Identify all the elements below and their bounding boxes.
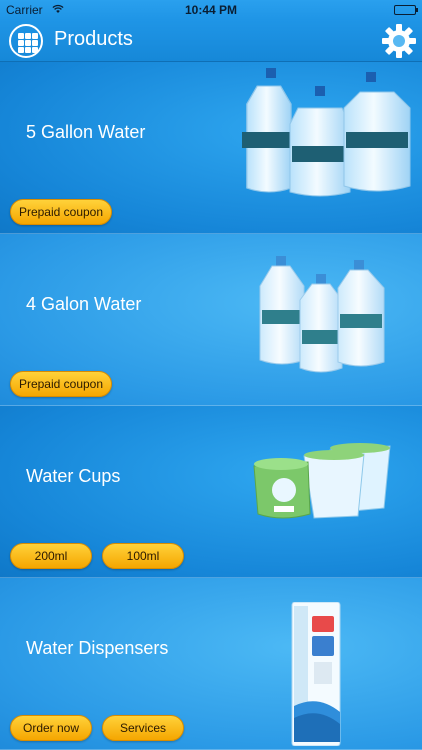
clock: 10:44 PM xyxy=(184,3,238,17)
product-card-4-galon[interactable]: 4 Galon Water Prepaid coupon xyxy=(0,234,422,406)
product-card-water-dispensers[interactable]: Water Dispensers Order now Services xyxy=(0,578,422,750)
product-title: Water Dispensers xyxy=(26,638,169,658)
prepaid-coupon-button[interactable]: Prepaid coupon xyxy=(10,199,112,225)
order-now-button[interactable]: Order now xyxy=(10,715,92,741)
water-dispenser-icon xyxy=(291,602,341,746)
navbar: Products xyxy=(0,20,422,62)
water-bottle-icon xyxy=(259,256,385,373)
prepaid-coupon-button[interactable]: Prepaid coupon xyxy=(10,371,112,397)
product-title: 5 Gallon Water xyxy=(26,122,146,142)
product-card-water-cups[interactable]: Water Cups 200ml 100ml xyxy=(0,406,422,578)
100ml-button[interactable]: 100ml xyxy=(102,543,184,569)
gear-icon[interactable] xyxy=(380,22,418,60)
grid-menu-icon[interactable] xyxy=(9,24,43,58)
page-title: Products xyxy=(54,28,133,50)
water-cup-icon xyxy=(253,443,391,519)
status-bar: Carrier 10:44 PM xyxy=(0,0,422,20)
product-title: Water Cups xyxy=(26,466,121,486)
200ml-button[interactable]: 200ml xyxy=(10,543,92,569)
battery-icon xyxy=(394,5,418,15)
water-bottle-icon xyxy=(242,68,411,197)
product-title: 4 Galon Water xyxy=(26,294,142,314)
product-card-5-gallon[interactable]: 5 Gallon Water Prepaid coupon xyxy=(0,62,422,234)
services-button[interactable]: Services xyxy=(102,715,184,741)
